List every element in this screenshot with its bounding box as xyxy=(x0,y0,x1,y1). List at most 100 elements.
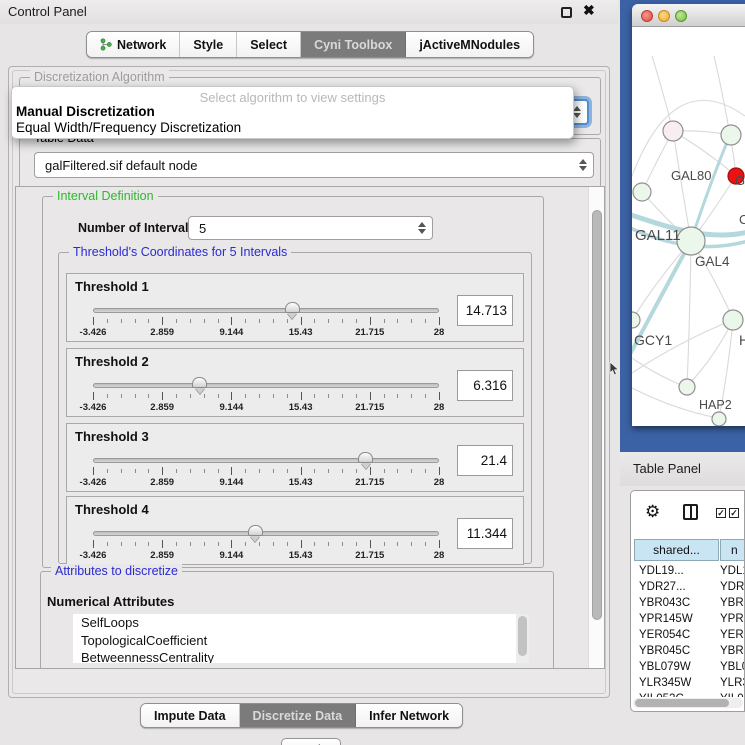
list-item[interactable]: BetweennessCentrality xyxy=(73,649,529,663)
threshold-2-slider[interactable]: -3.4262.8599.14415.4321.71528 xyxy=(93,376,439,414)
tab-cyni-toolbox[interactable]: Cyni Toolbox xyxy=(301,32,406,57)
threshold-3-panel: Threshold 3 -3.4262.8599.14415.4321.7152… xyxy=(66,423,524,492)
table-panel-bar: Table Panel xyxy=(620,452,745,486)
table-data-select[interactable]: galFiltered.sif default node xyxy=(34,152,594,178)
slider-track[interactable] xyxy=(93,458,439,463)
table-row[interactable]: YER054CYER0 xyxy=(631,627,744,643)
algorithm-popup-hint: Select algorithm to view settings xyxy=(12,87,573,104)
network-desktop: GAL80 GA C GAL11 GAL4 GCY1 H HAP2 xyxy=(620,0,745,452)
attributes-list-scrollbar[interactable] xyxy=(516,614,529,663)
tab-select[interactable]: Select xyxy=(237,32,301,57)
gear-icon[interactable]: ⚙ xyxy=(645,503,660,520)
control-panel: Control Panel ✖ Network Style Select Cyn… xyxy=(0,0,618,745)
slider-handle[interactable] xyxy=(192,377,207,388)
node-hap2[interactable] xyxy=(679,379,695,395)
node-gal4[interactable] xyxy=(677,227,705,255)
zoom-traffic-light-icon[interactable] xyxy=(675,10,687,22)
algorithm-option-manual[interactable]: Manual Discretization xyxy=(12,104,573,120)
threshold-1-panel: Threshold 1 -3.4262.8599.14415.4321.7152… xyxy=(66,273,524,342)
algorithm-dropdown-popup: Select algorithm to view settings Manual… xyxy=(11,86,574,139)
threshold-3-slider[interactable]: -3.4262.8599.14415.4321.71528 xyxy=(93,451,439,489)
numerical-attributes-list[interactable]: SelfLoops TopologicalCoefficient Between… xyxy=(73,614,529,663)
node-partial-top-right[interactable] xyxy=(721,125,741,145)
threshold-4-panel: Threshold 4 -3.4262.8599.14415.4321.7152… xyxy=(66,496,524,565)
table-row[interactable]: YLR345WYLR3 xyxy=(631,675,744,691)
close-icon[interactable]: ✖ xyxy=(583,2,595,19)
threshold-3-value[interactable]: 21.4 xyxy=(457,445,513,476)
control-panel-title: Control Panel xyxy=(8,4,87,19)
table-data-selected-value: galFiltered.sif default node xyxy=(45,158,197,173)
combo-spinner-icon xyxy=(573,105,582,119)
column-header-name[interactable]: n xyxy=(720,539,745,561)
control-panel-titlebar: Control Panel ✖ xyxy=(0,0,618,24)
tab-discretize-data[interactable]: Discretize Data xyxy=(240,704,357,727)
tab-network[interactable]: Network xyxy=(87,32,180,57)
slider-tick-labels: -3.4262.8599.14415.4321.71528 xyxy=(93,550,439,561)
slider-ticks xyxy=(93,317,439,326)
network-window-titlebar xyxy=(632,4,745,27)
network-node-labels: GAL80 GA C GAL11 GAL4 GCY1 H HAP2 xyxy=(634,168,745,412)
float-window-icon[interactable] xyxy=(561,7,572,18)
table-row[interactable]: YDL19...YDL1 xyxy=(631,563,744,579)
minimize-traffic-light-icon[interactable] xyxy=(658,10,670,22)
node-gal80[interactable] xyxy=(663,121,683,141)
number-of-intervals-label: Number of Intervals xyxy=(78,221,195,235)
network-nodes xyxy=(632,121,744,426)
table-row[interactable]: YPR145WYPR1 xyxy=(631,611,744,627)
checkbox-icon[interactable]: ✓ xyxy=(729,508,739,518)
tab-style[interactable]: Style xyxy=(180,32,237,57)
column-header-shared-name[interactable]: shared... xyxy=(634,539,719,561)
slider-ticks xyxy=(93,540,439,549)
network-canvas[interactable]: GAL80 GA C GAL11 GAL4 GCY1 H HAP2 xyxy=(632,28,745,426)
table-row[interactable]: YBR045CYBR0 xyxy=(631,643,744,659)
threshold-1-slider[interactable]: -3.4262.8599.14415.4321.71528 xyxy=(93,301,439,339)
thresholds-group: Threshold's Coordinates for 5 Intervals … xyxy=(58,252,532,564)
table-rows: YDL19...YDL1 YDR27...YDR2 YBR043CYBR0 YP… xyxy=(631,563,744,697)
threshold-4-slider[interactable]: -3.4262.8599.14415.4321.71528 xyxy=(93,524,439,562)
table-data-group: Table Data galFiltered.sif default node xyxy=(19,138,601,188)
network-icon xyxy=(100,38,112,51)
threshold-1-value[interactable]: 14.713 xyxy=(457,295,513,326)
node-gcy1[interactable] xyxy=(632,312,640,328)
number-of-intervals-select[interactable]: 5 xyxy=(188,216,433,240)
slider-ticks xyxy=(93,467,439,476)
node-label-hap2: HAP2 xyxy=(699,398,732,412)
network-view-window[interactable]: GAL80 GA C GAL11 GAL4 GCY1 H HAP2 xyxy=(632,4,745,426)
slider-handle[interactable] xyxy=(358,452,373,463)
node-label-partial-top-right: GA xyxy=(735,173,745,188)
table-row[interactable]: YIL052CYIL0 xyxy=(631,691,744,697)
table-row[interactable]: YBL079WYBL0 xyxy=(631,659,744,675)
tab-network-label: Network xyxy=(117,38,166,52)
apply-button[interactable]: Apply xyxy=(281,738,341,745)
threshold-2-value[interactable]: 6.316 xyxy=(457,370,513,401)
node-bottom-partial[interactable] xyxy=(712,412,726,426)
node-label-partial-mid-right: C xyxy=(739,212,745,227)
list-item[interactable]: TopologicalCoefficient xyxy=(73,632,529,650)
split-columns-icon[interactable] xyxy=(683,504,698,520)
slider-handle[interactable] xyxy=(248,525,263,536)
tab-jactivemnodules[interactable]: jActiveMNodules xyxy=(406,32,533,57)
close-traffic-light-icon[interactable] xyxy=(641,10,653,22)
slider-track[interactable] xyxy=(93,308,439,313)
table-row[interactable]: YDR27...YDR2 xyxy=(631,579,744,595)
mouse-cursor xyxy=(609,362,621,376)
threshold-4-value[interactable]: 11.344 xyxy=(457,518,513,549)
table-horizontal-scrollbar[interactable] xyxy=(633,698,743,708)
tab-infer-network[interactable]: Infer Network xyxy=(356,704,462,727)
list-item[interactable]: SelfLoops xyxy=(73,614,529,632)
checkbox-icon[interactable]: ✓ xyxy=(716,508,726,518)
settings-scrollbar[interactable] xyxy=(588,187,604,668)
numerical-attributes-label: Numerical Attributes xyxy=(47,594,174,609)
tab-impute-data[interactable]: Impute Data xyxy=(141,704,240,727)
slider-track[interactable] xyxy=(93,531,439,536)
slider-handle[interactable] xyxy=(285,302,300,313)
table-header-row: shared... n xyxy=(631,539,744,561)
threshold-3-label: Threshold 3 xyxy=(75,429,149,444)
combo-spinner-icon xyxy=(418,221,427,235)
threshold-2-label: Threshold 2 xyxy=(75,354,149,369)
table-row[interactable]: YBR043CYBR0 xyxy=(631,595,744,611)
node-partial-low-right[interactable] xyxy=(723,310,743,330)
algorithm-option-equal-width[interactable]: Equal Width/Frequency Discretization xyxy=(12,120,573,136)
slider-track[interactable] xyxy=(93,383,439,388)
node-gal11[interactable] xyxy=(633,183,651,201)
